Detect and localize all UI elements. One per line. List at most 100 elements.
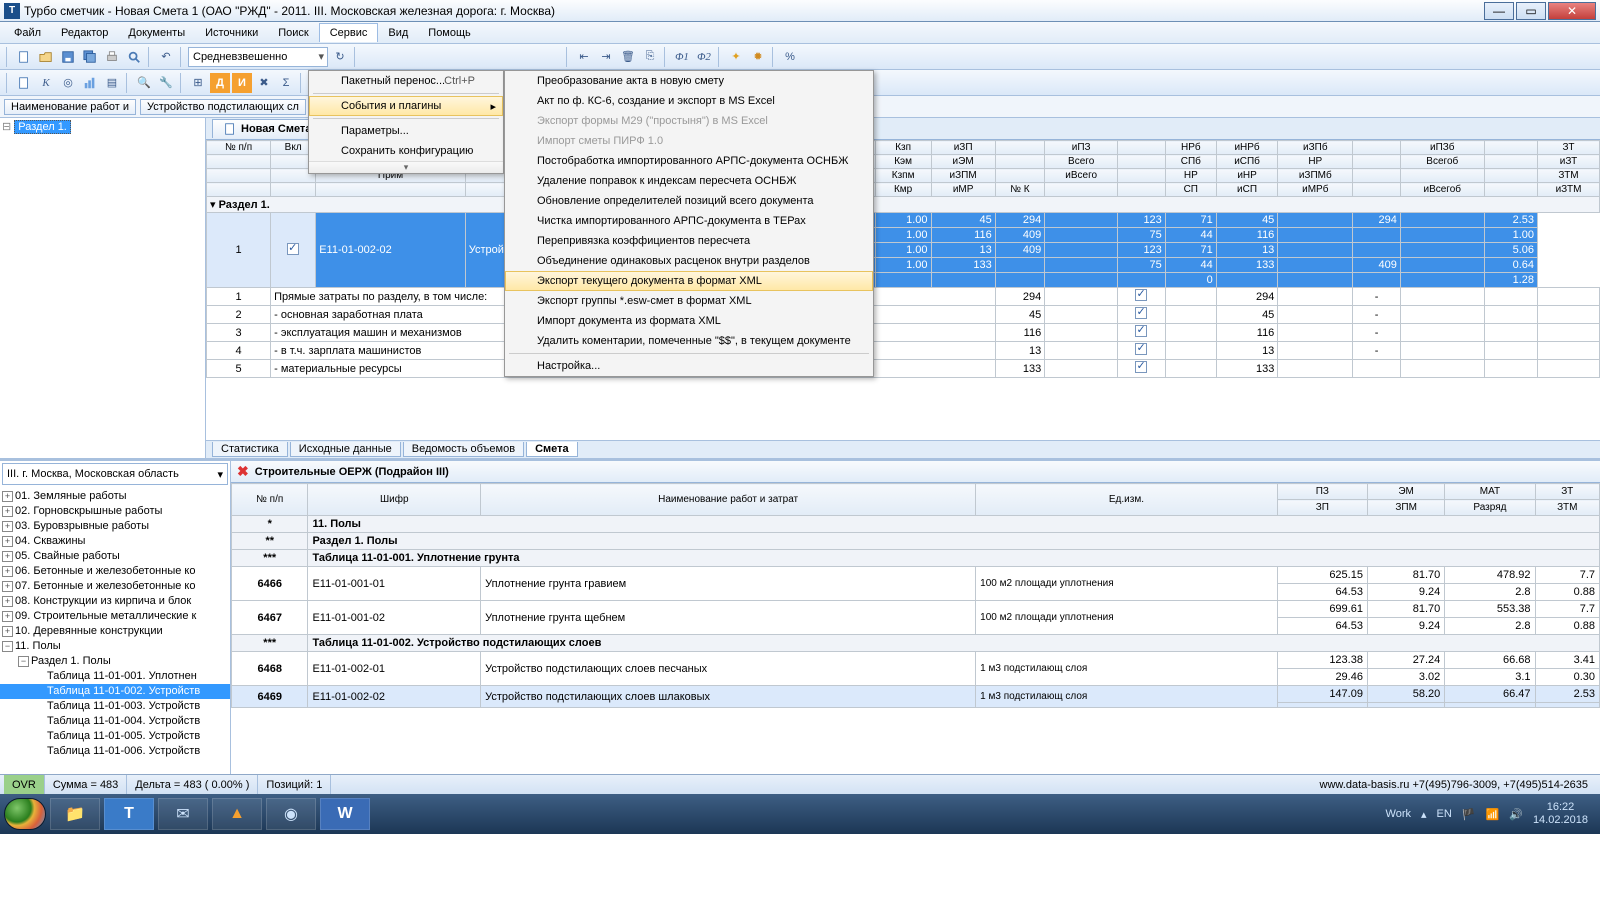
menu-item[interactable]: Экспорт группы *.esw-смет в формат XML	[505, 291, 873, 311]
chart-icon[interactable]	[80, 73, 100, 93]
catalog-tree[interactable]: +01. Земляные работы+02. Горновскрышные …	[0, 487, 230, 774]
menu-item[interactable]: Пакетный перенос...Ctrl+P	[309, 71, 503, 91]
refresh-icon[interactable]: ↻	[330, 47, 350, 67]
menu-item[interactable]: Постобработка импортированного АРПС-доку…	[505, 151, 873, 171]
tree-node[interactable]: Таблица 11-01-002. Устройств	[0, 684, 230, 699]
btab-1[interactable]: Исходные данные	[290, 442, 401, 457]
indent-left-icon[interactable]: ⇤	[574, 47, 594, 67]
btab-3[interactable]: Смета	[526, 442, 578, 457]
menu-item[interactable]: Обновление определителей позиций всего д…	[505, 191, 873, 211]
tree-node[interactable]: −11. Полы	[0, 639, 230, 654]
tray-sound-icon[interactable]: 🔊	[1509, 808, 1523, 821]
tree-node[interactable]: +09. Строительные металлические к	[0, 609, 230, 624]
target-icon[interactable]: ◎	[58, 73, 78, 93]
print-icon[interactable]	[102, 47, 122, 67]
mode-combo[interactable]: Средневзвешенно	[188, 47, 328, 67]
plugins-submenu[interactable]: Преобразование акта в новую сметуАкт по …	[504, 70, 874, 377]
tree-node[interactable]: +03. Буровзрывные работы	[0, 519, 230, 534]
menu-item[interactable]: Преобразование акта в новую смету	[505, 71, 873, 91]
new-icon[interactable]	[14, 47, 34, 67]
tree-node[interactable]: +01. Земляные работы	[0, 489, 230, 504]
menu-Вид[interactable]: Вид	[378, 24, 418, 42]
i-icon[interactable]: И	[232, 73, 252, 93]
doc-icon[interactable]	[14, 73, 34, 93]
menu-Сервис[interactable]: Сервис	[319, 23, 379, 42]
tool-a-icon[interactable]: ⊞	[188, 73, 208, 93]
tb-app-icon[interactable]: T	[104, 798, 154, 830]
start-button[interactable]	[4, 798, 46, 830]
wrench-icon[interactable]: 🔧	[156, 73, 176, 93]
menu-Документы[interactable]: Документы	[118, 24, 195, 42]
copy-icon[interactable]: ⎘	[640, 47, 660, 67]
tb-word-icon[interactable]: W	[320, 798, 370, 830]
menu-item[interactable]: Акт по ф. КС-6, создание и экспорт в MS …	[505, 91, 873, 111]
preview-icon[interactable]	[124, 47, 144, 67]
menu-item[interactable]: Настройка...	[505, 356, 873, 376]
tree-node[interactable]: +02. Горновскрышные работы	[0, 504, 230, 519]
menu-item[interactable]: Импорт документа из формата XML	[505, 311, 873, 331]
indent-right-icon[interactable]: ⇥	[596, 47, 616, 67]
menu-item[interactable]: Экспорт формы М29 ("простыня") в MS Exce…	[505, 111, 873, 131]
k-icon[interactable]: K	[36, 73, 56, 93]
save-icon[interactable]	[58, 47, 78, 67]
system-tray[interactable]: Work▴ EN 🏴 📶 🔊 16:2214.02.2018	[1386, 801, 1596, 827]
menu-item[interactable]: Перепривязка коэффициентов пересчета	[505, 231, 873, 251]
btab-0[interactable]: Статистика	[212, 442, 288, 457]
d-icon[interactable]: Д	[210, 73, 230, 93]
btab-2[interactable]: Ведомость объемов	[403, 442, 524, 457]
tree-node[interactable]: +08. Конструкции из кирпича и блок	[0, 594, 230, 609]
menu-Файл[interactable]: Файл	[4, 24, 51, 42]
menu-item[interactable]: Удалить коментарии, помеченные "$$", в т…	[505, 331, 873, 351]
menu-item[interactable]: Чистка импортированного АРПС-документа в…	[505, 211, 873, 231]
wrench2-icon[interactable]: ✖	[254, 73, 274, 93]
menu-Редактор[interactable]: Редактор	[51, 24, 118, 42]
tree-node[interactable]: −Раздел 1. Полы	[0, 654, 230, 669]
tray-network-icon[interactable]: 📶	[1486, 808, 1500, 821]
maximize-button[interactable]: ▭	[1516, 2, 1546, 20]
crumb-2[interactable]: Устройство подстилающих сл	[140, 99, 306, 115]
menu-item[interactable]: Импорт сметы ПИРФ 1.0	[505, 131, 873, 151]
region-combo[interactable]: III. г. Москва, Московская область	[2, 463, 228, 485]
delete-icon[interactable]: 🗑	[618, 47, 638, 67]
tb-mail-icon[interactable]: ✉	[158, 798, 208, 830]
tree-node[interactable]: +10. Деревянные конструкции	[0, 624, 230, 639]
close-button[interactable]: ✕	[1548, 2, 1596, 20]
main-grid[interactable]: № п/пВклШиЗППзпКзпиЗПиПЗНРбиНРбиЗПбиПЗбЗ…	[206, 140, 1600, 440]
minimize-button[interactable]: —	[1484, 2, 1514, 20]
tree-node[interactable]: Таблица 11-01-003. Устройств	[0, 699, 230, 714]
tb-media-icon[interactable]: ▲	[212, 798, 262, 830]
doc-tab[interactable]: Новая Смета	[212, 119, 322, 138]
tb-explorer-icon[interactable]: 📁	[50, 798, 100, 830]
prop-icon[interactable]: ▤	[102, 73, 122, 93]
tree-node[interactable]: Таблица 11-01-005. Устройств	[0, 729, 230, 744]
percent-icon[interactable]: %	[780, 47, 800, 67]
tree-node[interactable]: +06. Бетонные и железобетонные ко	[0, 564, 230, 579]
undo-icon[interactable]: ↶	[156, 47, 176, 67]
sigma-icon[interactable]: Σ	[276, 73, 296, 93]
menu-Поиск[interactable]: Поиск	[268, 24, 318, 42]
phi2-icon[interactable]: Φ2	[694, 47, 714, 67]
menu-item[interactable]: Сохранить конфигурацию	[309, 141, 503, 161]
open-icon[interactable]	[36, 47, 56, 67]
phi1-icon[interactable]: Φ1	[672, 47, 692, 67]
menu-item[interactable]: События и плагины▸	[309, 96, 503, 116]
service-menu[interactable]: Пакетный перенос...Ctrl+P События и плаги…	[308, 70, 504, 174]
doc-tree[interactable]: ⊟ Раздел 1.	[0, 118, 205, 136]
search2-icon[interactable]: 🔍	[134, 73, 154, 93]
star-icon[interactable]: ✦	[726, 47, 746, 67]
menu-Источники[interactable]: Источники	[195, 24, 268, 42]
crumb-1[interactable]: Наименование работ и	[4, 99, 136, 115]
tray-flag-icon[interactable]: 🏴	[1462, 808, 1476, 821]
menu-item[interactable]: Экспорт текущего документа в формат XML	[505, 271, 873, 291]
tree-node[interactable]: Таблица 11-01-001. Уплотнен	[0, 669, 230, 684]
tree-node[interactable]: +05. Свайные работы	[0, 549, 230, 564]
menu-item[interactable]: Объединение одинаковых расценок внутри р…	[505, 251, 873, 271]
tree-node[interactable]: Таблица 11-01-006. Устройств	[0, 744, 230, 759]
tb-chrome-icon[interactable]: ◉	[266, 798, 316, 830]
catalog-grid[interactable]: № п/пШифрНаименование работ и затратЕд.и…	[231, 483, 1600, 774]
tree-node[interactable]: +04. Скважины	[0, 534, 230, 549]
menu-Помощь[interactable]: Помощь	[418, 24, 481, 42]
menu-item[interactable]: Параметры...	[309, 121, 503, 141]
gear-icon[interactable]: ✹	[748, 47, 768, 67]
tree-node[interactable]: Таблица 11-01-004. Устройств	[0, 714, 230, 729]
